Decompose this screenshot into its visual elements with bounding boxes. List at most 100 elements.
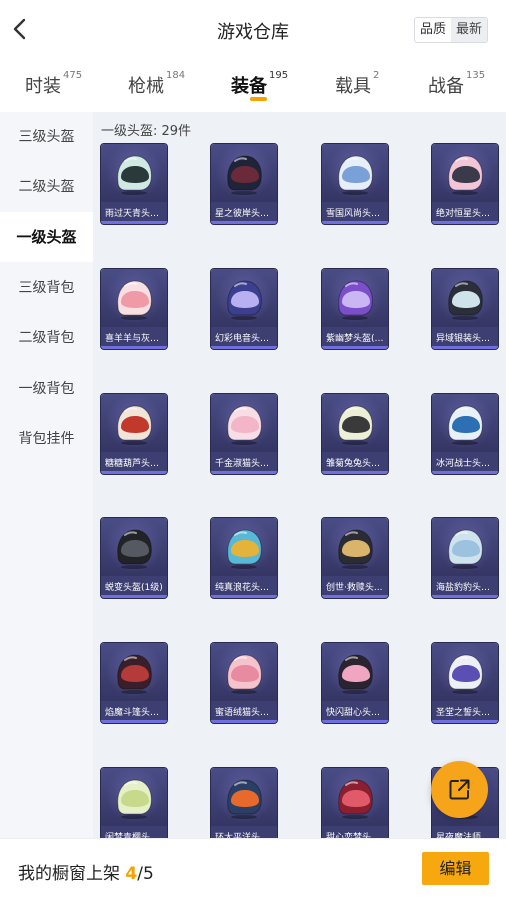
helmet-icon [227, 779, 262, 819]
helmet-item-card[interactable]: 环太平洋头盔... [211, 768, 277, 842]
card-rarity-edge [101, 221, 167, 224]
sidebar-item-level2-helmet[interactable]: 二级头盔 [0, 162, 93, 212]
card-rarity-edge [101, 595, 167, 598]
card-rarity-edge [101, 720, 167, 723]
helmet-item-card[interactable]: 紫幽梦头盔(1... [322, 269, 388, 349]
helmet-name: 雏菊兔兔头盔... [326, 459, 384, 469]
card-rarity-edge [211, 720, 277, 723]
helmet-item-card[interactable]: 绝对恒星头盔... [432, 144, 498, 224]
helmet-icon [448, 280, 483, 320]
tab-count: 135 [466, 70, 486, 81]
card-rarity-edge [432, 595, 498, 598]
tab-label: 时装 [25, 76, 61, 97]
helmet-item-card[interactable]: 蜕变头盔(1级) [101, 518, 167, 598]
bottom-bar: 我的橱窗上架 4/5 编辑 [0, 838, 506, 897]
helmet-item-card[interactable]: 纯真浪花头盔... [211, 518, 277, 598]
card-rarity-edge [432, 346, 498, 349]
helmet-item-card[interactable]: 千金淑猫头盔... [211, 394, 277, 474]
helmet-name: 焰魔斗篷头盔... [105, 708, 163, 718]
helmet-item-card[interactable]: 幻彩电音头盔... [211, 269, 277, 349]
active-tab-indicator [250, 97, 267, 101]
helmet-icon [117, 405, 152, 445]
sort-toggle: 品质 最新 [414, 17, 488, 43]
helmet-icon [227, 280, 262, 320]
helmet-icon [117, 529, 152, 569]
helmet-item-card[interactable]: 冰河战士头盔... [432, 394, 498, 474]
tab-fashion[interactable]: 时装475 [25, 70, 83, 98]
card-rarity-edge [432, 221, 498, 224]
sort-option-quality[interactable]: 品质 [415, 18, 451, 42]
helmet-icon [338, 155, 373, 195]
helmet-item-card[interactable]: 创世·救赎头... [322, 518, 388, 598]
card-rarity-edge [101, 346, 167, 349]
helmet-item-card[interactable]: 海盐豹豹头盔... [432, 518, 498, 598]
helmet-name: 纯真浪花头盔... [215, 583, 273, 593]
tab-equipment[interactable]: 装备195 [231, 70, 288, 98]
helmet-name: 圣堂之誓头盔... [436, 708, 494, 718]
helmet-item-card[interactable]: 蜜语绒猫头盔... [211, 643, 277, 723]
helmet-item-card[interactable]: 闲梦青樱头盔... [101, 768, 167, 842]
helmet-icon [117, 779, 152, 819]
tab-vehicles[interactable]: 载具2 [335, 70, 380, 98]
edit-button[interactable]: 编辑 [422, 852, 489, 885]
helmet-item-card[interactable]: 雨过天青头盔... [101, 144, 167, 224]
card-rarity-edge [322, 471, 388, 474]
showcase-label: 我的橱窗上架 [18, 864, 120, 884]
helmet-name: 绝对恒星头盔... [436, 209, 494, 219]
helmet-icon [117, 155, 152, 195]
helmet-name: 创世·救赎头... [326, 583, 383, 593]
tab-guns[interactable]: 枪械184 [128, 70, 185, 98]
tab-label: 载具 [335, 76, 371, 97]
sidebar-item-level2-backpack[interactable]: 二级背包 [0, 313, 93, 363]
helmet-icon [227, 654, 262, 694]
helmet-name: 雪国风尚头盔... [326, 209, 384, 219]
helmet-icon [448, 155, 483, 195]
category-tabs: 时装475 枪械184 装备195 载具2 战备135 [0, 60, 506, 112]
helmet-item-card[interactable]: 糖糖葫芦头盔... [101, 394, 167, 474]
helmet-item-card[interactable]: 雪国风尚头盔... [322, 144, 388, 224]
helmet-item-card[interactable]: 异域银装头盔... [432, 269, 498, 349]
share-button[interactable] [431, 761, 488, 818]
helmet-item-card[interactable]: 喜羊羊与灰太... [101, 269, 167, 349]
helmet-name: 紫幽梦头盔(1... [326, 334, 384, 344]
helmet-item-card[interactable]: 星之彼岸头盔... [211, 144, 277, 224]
card-rarity-edge [432, 471, 498, 474]
helmet-item-card[interactable]: 圣堂之誓头盔... [432, 643, 498, 723]
sidebar-item-level1-helmet[interactable]: 一级头盔 [0, 212, 93, 262]
showcase-status: 我的橱窗上架 4/5 [18, 859, 154, 884]
helmet-icon [227, 405, 262, 445]
sidebar-item-level1-backpack[interactable]: 一级背包 [0, 364, 93, 414]
helmet-item-card[interactable]: 雏菊兔兔头盔... [322, 394, 388, 474]
share-external-icon [449, 779, 470, 800]
card-rarity-edge [432, 720, 498, 723]
helmet-icon [227, 529, 262, 569]
item-grid-panel: 一级头盔: 29件 雨过天青头盔... 星之彼岸头盔... 雪国风尚头盔... 绝对恒… [93, 112, 506, 842]
helmet-name: 冰河战士头盔... [436, 459, 494, 469]
helmet-name: 快闪甜心头盔... [326, 708, 384, 718]
tab-count: 2 [373, 70, 380, 81]
helmet-name: 海盐豹豹头盔... [436, 583, 494, 593]
helmet-name: 蜜语绒猫头盔... [215, 708, 273, 718]
tab-label: 枪械 [128, 76, 164, 97]
card-rarity-edge [211, 346, 277, 349]
helmet-icon [227, 155, 262, 195]
sidebar-item-level3-backpack[interactable]: 三级背包 [0, 263, 93, 313]
tab-count: 475 [63, 70, 83, 81]
helmet-icon [448, 529, 483, 569]
sidebar-item-level3-helmet[interactable]: 三级头盔 [0, 112, 93, 162]
helmet-name: 幻彩电音头盔... [215, 334, 273, 344]
card-rarity-edge [211, 595, 277, 598]
showcase-current: 4 [125, 864, 138, 884]
sidebar-item-backpack-charm[interactable]: 背包挂件 [0, 414, 93, 464]
helmet-icon [448, 405, 483, 445]
helmet-icon [338, 654, 373, 694]
helmet-item-card[interactable]: 甜心恋梦头盔... [322, 768, 388, 842]
card-rarity-edge [211, 471, 277, 474]
sort-option-latest[interactable]: 最新 [451, 18, 487, 42]
helmet-item-card[interactable]: 快闪甜心头盔... [322, 643, 388, 723]
helmet-icon [117, 280, 152, 320]
tab-supplies[interactable]: 战备135 [428, 70, 486, 98]
helmet-item-card[interactable]: 焰魔斗篷头盔... [101, 643, 167, 723]
helmet-name: 星之彼岸头盔... [215, 209, 273, 219]
card-rarity-edge [211, 221, 277, 224]
